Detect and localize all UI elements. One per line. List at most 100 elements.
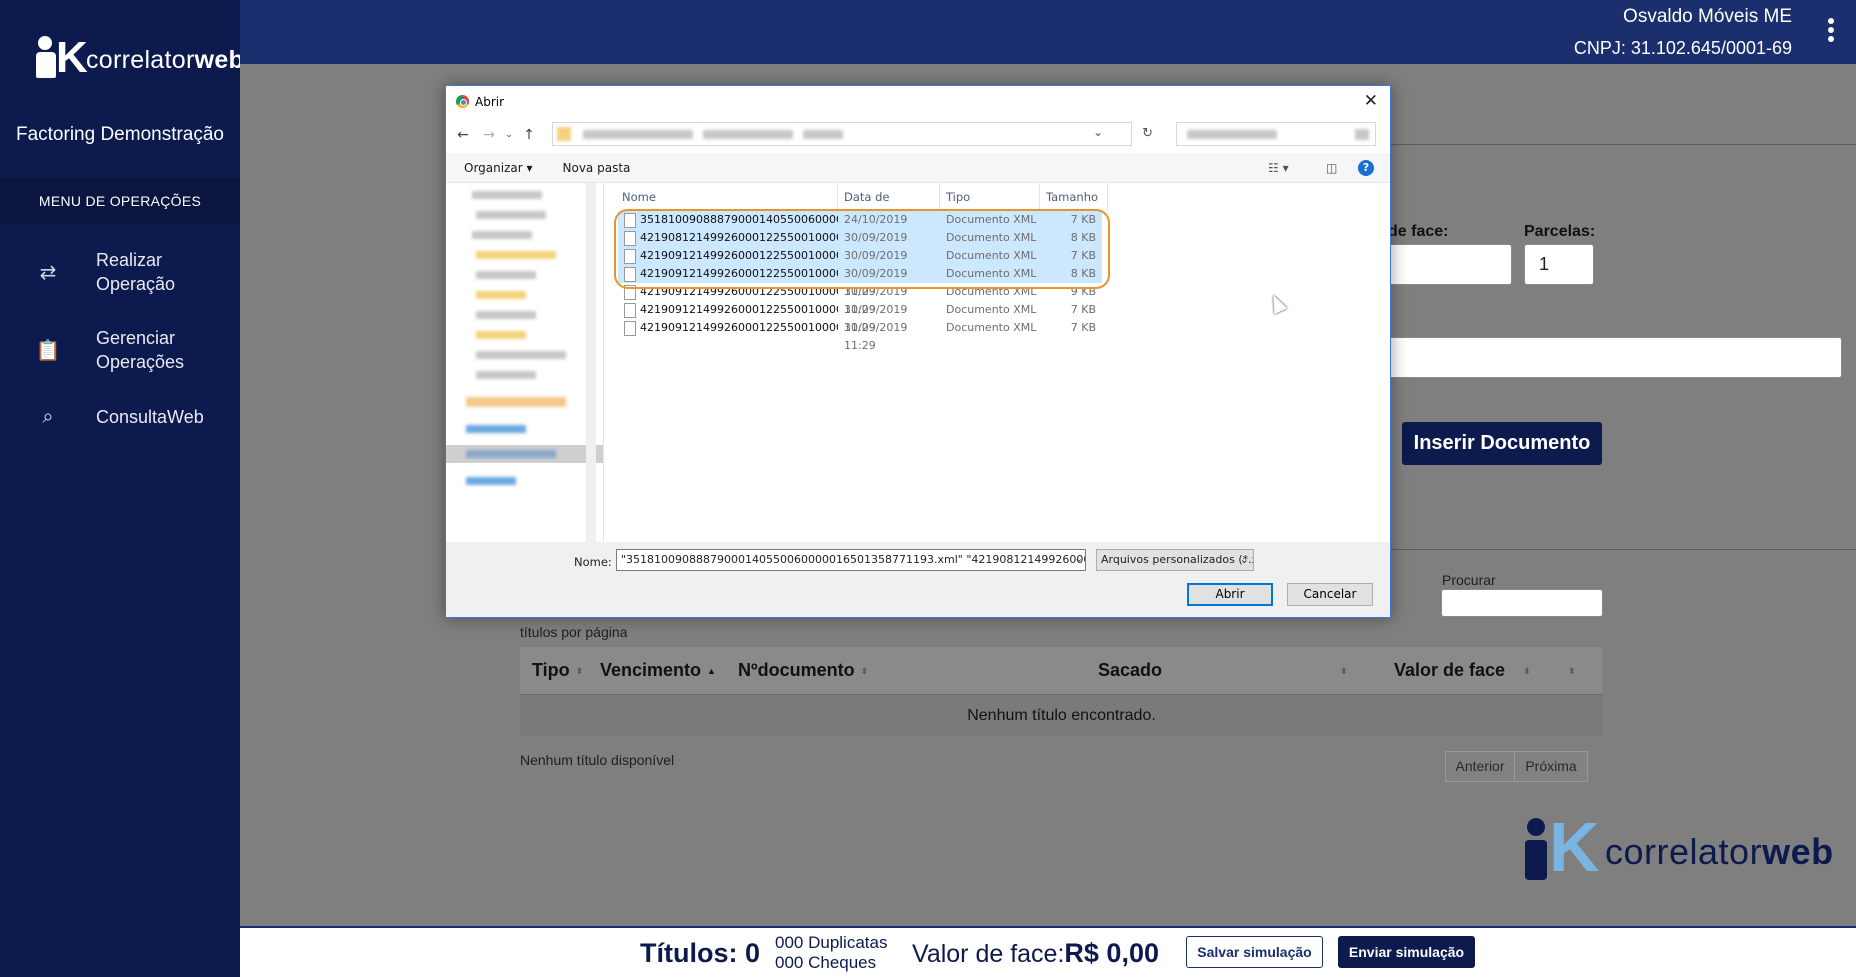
navigation-pane[interactable] [446, 183, 604, 542]
sort-asc-icon: ▲ [707, 665, 716, 676]
col-name[interactable]: Nome [616, 183, 838, 211]
up-arrow-icon[interactable]: ↑ [516, 127, 542, 143]
insert-document-button[interactable]: Inserir Documento [1402, 422, 1602, 465]
sort-icon: ⬍ [1568, 665, 1576, 676]
address-row: ← → ⌄ ↑ ⌄ ↻ [446, 117, 1390, 153]
footer-bar: Títulos: 0 000 Duplicatas 000 Cheques Va… [240, 926, 1856, 977]
sidebar-item-gerenciar-operacoes[interactable]: 📋 Gerenciar Operações [0, 326, 240, 374]
file-open-dialog: Abrir ✕ ← → ⌄ ↑ ⌄ ↻ Organizar ▾ Nova pas… [445, 85, 1391, 618]
view-options-icon[interactable]: ☷ ▾ [1268, 161, 1289, 175]
file-row[interactable]: 42190912149926000122550010000017511​9...… [618, 319, 1102, 352]
watermark-text: web [1762, 831, 1834, 872]
file-size: 7 KB [1070, 303, 1096, 316]
watermark-logo: K correlatorweb [1525, 812, 1834, 888]
sidebar-item-label: ConsultaWeb [96, 407, 204, 427]
sort-icon: ⬍ [575, 665, 584, 676]
file-type: Documento XML [946, 303, 1037, 316]
organize-button[interactable]: Organizar ▾ [464, 161, 533, 175]
empty-row: Nenhum título encontrado. [520, 695, 1603, 736]
search-icon: ⌕ [42, 405, 54, 428]
sort-icon: ⬍ [1340, 665, 1348, 676]
file-type-filter-select[interactable]: Arquivos personalizados (*.xslt; ⌄ [1096, 549, 1254, 571]
face-value-input[interactable] [1388, 244, 1512, 285]
open-button[interactable]: Abrir [1187, 583, 1273, 606]
save-simulation-button[interactable]: Salvar simulação [1186, 936, 1323, 968]
file-name: 42190912149926000122550010000017511​9... [618, 319, 838, 337]
col-tipo[interactable]: Tipo ⬍ [520, 660, 588, 681]
sort-icon: ⬍ [1523, 665, 1531, 676]
chevron-down-icon[interactable]: ⌄ [502, 130, 516, 140]
chevron-down-icon[interactable]: ⌄ [1093, 125, 1103, 139]
sidebar-item-label: Realizar [96, 250, 163, 270]
document-input[interactable] [1388, 337, 1842, 378]
topbar-cnpj: CNPJ: 31.102.645/0001-69 [1573, 38, 1792, 58]
col-valor-face[interactable]: Valor de face ⬍ [1382, 660, 1550, 681]
col-vencimento[interactable]: Vencimento ▲ [588, 660, 726, 681]
col-type[interactable]: Tipo [940, 183, 1040, 211]
send-simulation-button[interactable]: Enviar simulação [1338, 936, 1475, 968]
sidebar-item-label: Gerenciar [96, 328, 176, 348]
sort-sacado[interactable]: ⬍ [1322, 665, 1382, 676]
file-date: 30/09/2019 11:29 [844, 321, 908, 352]
doc-counts: 000 Duplicatas 000 Cheques [775, 933, 887, 973]
chevron-down-icon[interactable]: ⌄ [1074, 552, 1083, 565]
prev-page-button[interactable]: Anterior [1445, 751, 1515, 782]
topbar-company: Osvaldo Móveis ME [1623, 6, 1792, 27]
filter-value: Arquivos personalizados (*.xslt; [1101, 553, 1253, 566]
sidebar-item-realizar-operacao[interactable]: ⇄ Realizar Operação [0, 248, 240, 296]
dialog-titlebar[interactable]: Abrir ✕ [446, 86, 1390, 117]
file-name: 42190912149926000122550010000017431​9... [618, 301, 838, 319]
parcelas-label: Parcelas: [1524, 223, 1596, 240]
face-value-label: de face: [1388, 223, 1449, 240]
preview-pane-icon[interactable]: ◫ [1326, 161, 1337, 175]
topbar: Osvaldo Móveis ME CNPJ: 31.102.645/0001-… [240, 0, 1856, 64]
col-numero-documento[interactable]: Nºdocumento ⬍ [726, 660, 1086, 681]
forward-arrow-icon[interactable]: → [476, 127, 502, 143]
file-type: Documento XML [946, 321, 1037, 334]
no-titles-text: Nenhum título disponível [520, 752, 675, 768]
filename-input[interactable]: "351810090888790001405500600000165013587… [616, 549, 1086, 571]
valor-label: Valor de face: [912, 940, 1065, 968]
address-bar[interactable]: ⌄ ↻ [552, 122, 1153, 146]
titulos-count: Títulos: 0 [640, 938, 760, 968]
cancel-button[interactable]: Cancelar [1287, 583, 1373, 606]
sidebar-item-consultaweb[interactable]: ⌕ ConsultaWeb [0, 405, 240, 429]
duplicatas-count: 000 Duplicatas [775, 933, 888, 952]
col-actions[interactable]: ⬍ [1550, 665, 1600, 676]
col-size[interactable]: Tamanho [1040, 183, 1108, 211]
col-date[interactable]: Data de modificaç... [838, 183, 940, 232]
back-arrow-icon[interactable]: ← [450, 127, 476, 143]
col-sacado[interactable]: Sacado [1086, 660, 1322, 681]
next-page-button[interactable]: Próxima [1514, 751, 1588, 782]
total-face-value: Valor de face:R$ 0,00 [912, 938, 1159, 969]
file-date: 30/09/2019 11:29 [844, 303, 908, 334]
organize-label: Organizar [464, 160, 523, 175]
dialog-search-box[interactable] [1176, 122, 1376, 146]
col-label: Tipo [532, 660, 570, 680]
swap-arrows-icon: ⇄ [39, 261, 57, 284]
menu-header: MENU DE OPERAÇÕES [0, 178, 240, 224]
col-label: Nºdocumento [738, 660, 855, 680]
filename-row: Nome: "351810090888790001405500600000165… [446, 546, 1390, 576]
nav-scrollbar[interactable] [586, 183, 596, 542]
file-row[interactable]: 42190912149926000122550010000017431​9...… [618, 301, 1102, 334]
file-list: Nome Data de modificaç... Tipo Tamanho 3… [604, 183, 1390, 542]
dialog-command-bar: Organizar ▾ Nova pasta ☷ ▾ ◫ ? [446, 153, 1390, 183]
filename-label: Nome: [574, 555, 612, 569]
help-icon[interactable]: ? [1358, 159, 1374, 176]
company-name: Factoring Demonstração [15, 124, 225, 145]
clipboard-icon: 📋 [35, 339, 61, 362]
parcelas-input[interactable]: 1 [1524, 244, 1594, 285]
refresh-icon[interactable]: ↻ [1142, 126, 1153, 141]
sidebar-logo[interactable]: K correlatorweb [34, 36, 244, 84]
sidebar-item-label: Operação [96, 274, 176, 294]
valor-value: R$ 0,00 [1064, 938, 1159, 968]
logo-mark-icon: K [1525, 812, 1605, 888]
new-folder-button[interactable]: Nova pasta [563, 161, 631, 175]
kebab-menu-icon[interactable] [1828, 18, 1834, 45]
watermark-text: correlator [1605, 831, 1763, 872]
close-icon[interactable]: ✕ [1364, 91, 1378, 111]
search-input[interactable] [1441, 589, 1603, 617]
chrome-icon [456, 95, 469, 108]
file-size: 7 KB [1070, 321, 1096, 334]
